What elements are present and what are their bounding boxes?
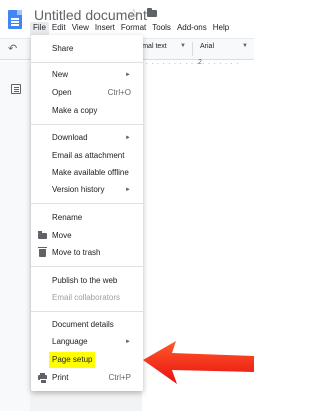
menu-item-version-history[interactable]: Version history ►: [31, 182, 143, 198]
chevron-down-icon[interactable]: ▼: [180, 43, 186, 49]
font-select[interactable]: Arial: [200, 43, 214, 50]
shortcut-text: Ctrl+P: [108, 373, 131, 382]
annotation-arrow-icon: [143, 341, 254, 384]
menu-divider: [31, 266, 143, 267]
menu-item-move[interactable]: Move: [31, 228, 143, 244]
menu-tools[interactable]: Tools: [149, 22, 174, 36]
menu-item-rename[interactable]: Rename: [31, 210, 143, 226]
menu-item-email-collaborators: Email collaborators: [52, 293, 121, 302]
chevron-down-icon[interactable]: ▼: [242, 43, 248, 49]
menu-item-print[interactable]: Print Ctrl+P: [31, 370, 143, 386]
menu-help[interactable]: Help: [210, 22, 232, 36]
left-sidebar: [0, 61, 30, 411]
submenu-arrow-icon: ►: [125, 72, 131, 78]
folder-move-icon: [38, 231, 47, 239]
menu-file[interactable]: File: [30, 22, 49, 36]
menu-bar: File Edit View Insert Format Tools Add-o…: [30, 22, 232, 36]
menu-view[interactable]: View: [69, 22, 92, 36]
menu-item-download[interactable]: Download ►: [31, 130, 143, 146]
menu-divider: [31, 62, 143, 63]
menu-item-make-available-offline[interactable]: Make available offline: [31, 165, 143, 181]
menu-add-ons[interactable]: Add-ons: [174, 22, 210, 36]
menu-item-email-as-attachment[interactable]: Email as attachment: [31, 148, 143, 164]
menu-divider: [31, 124, 143, 125]
page-setup-highlighted-label: Page setup: [49, 352, 96, 368]
menu-item-make-a-copy[interactable]: Make a copy: [31, 103, 143, 119]
menu-format[interactable]: Format: [118, 22, 149, 36]
submenu-arrow-icon: ►: [125, 135, 131, 141]
menu-item-publish-to-the-web[interactable]: Publish to the web: [31, 273, 143, 289]
menu-divider: [31, 311, 143, 312]
folder-icon[interactable]: [147, 8, 157, 17]
menu-edit[interactable]: Edit: [49, 22, 69, 36]
menu-item-move-to-trash[interactable]: Move to trash: [31, 245, 143, 261]
menu-item-language[interactable]: Language ►: [31, 334, 143, 350]
submenu-arrow-icon: ►: [125, 187, 131, 193]
toolbar-divider: [192, 42, 193, 56]
trash-icon: [38, 247, 47, 257]
menu-insert[interactable]: Insert: [92, 22, 118, 36]
file-menu-dropdown: Share New ► Open Ctrl+O Make a copy Down…: [31, 35, 143, 391]
menu-item-share[interactable]: Share: [31, 41, 143, 57]
menu-item-document-details[interactable]: Document details: [31, 317, 143, 333]
undo-icon[interactable]: ↶: [8, 42, 17, 55]
ruler-marker: 2: [198, 59, 202, 66]
printer-icon: [38, 373, 47, 384]
star-icon[interactable]: ☆: [128, 6, 140, 22]
docs-logo-icon[interactable]: [8, 10, 22, 29]
menu-item-page-setup[interactable]: Page setup: [31, 352, 143, 368]
submenu-arrow-icon: ►: [125, 339, 131, 345]
menu-divider: [31, 203, 143, 204]
document-outline-icon[interactable]: [11, 84, 21, 94]
shortcut-text: Ctrl+O: [107, 88, 131, 97]
horizontal-ruler[interactable]: · · · · · · · · · · · · · · · · · ·: [140, 61, 254, 67]
menu-item-new[interactable]: New ►: [31, 67, 143, 83]
menu-item-open[interactable]: Open Ctrl+O: [31, 85, 143, 101]
